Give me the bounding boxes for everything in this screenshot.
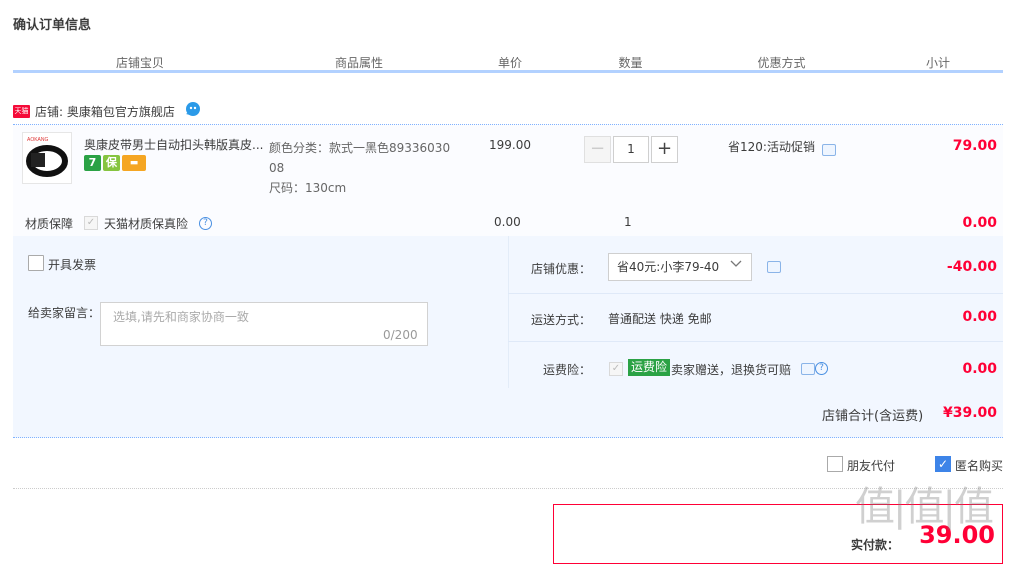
discount-info-icon[interactable] bbox=[767, 261, 781, 273]
guarantee-icon: 保 bbox=[103, 155, 120, 171]
insurance-qty: 1 bbox=[624, 215, 632, 229]
shop-name[interactable]: 店铺: 奥康箱包官方旗舰店 bbox=[35, 103, 175, 120]
attr-color: 颜色分类：款式一黑色8933603008 bbox=[269, 141, 451, 175]
col-header-unit-price: 单价 bbox=[497, 56, 522, 70]
friend-pay-label[interactable]: 朋友代付 bbox=[847, 457, 895, 474]
insurance-price: 0.00 bbox=[494, 215, 521, 229]
tmall-badge-icon: 天猫 bbox=[13, 105, 30, 118]
attr-size: 尺码：130cm bbox=[269, 181, 347, 195]
freight-insurance-text: 卖家赠送，退换货可赔 bbox=[671, 363, 792, 377]
row-divider bbox=[508, 293, 1003, 294]
shipping-label: 运送方式： bbox=[530, 313, 591, 327]
insurance-subtotal: 0.00 bbox=[962, 215, 997, 231]
wangwang-chat-icon[interactable] bbox=[184, 101, 201, 117]
header-underline bbox=[13, 70, 1003, 73]
help-icon[interactable]: ? bbox=[815, 362, 828, 375]
unit-price: 199.00 bbox=[489, 138, 531, 152]
row-divider bbox=[508, 341, 1003, 342]
col-header-subtotal: 小计 bbox=[925, 56, 950, 70]
chevron-down-icon[interactable] bbox=[730, 257, 742, 272]
anonymous-checkbox[interactable]: ✓ bbox=[935, 456, 951, 472]
page-title: 确认订单信息 bbox=[13, 18, 92, 33]
friend-pay-checkbox[interactable] bbox=[827, 456, 843, 472]
product-thumbnail[interactable]: AOKANG bbox=[22, 132, 72, 184]
actual-payment-label: 实付款： bbox=[851, 538, 900, 552]
shop-total-label: 店铺合计(含运费) bbox=[822, 409, 924, 424]
service-badges: 7 保 ▬ bbox=[84, 155, 146, 171]
col-header-shop-item: 店铺宝贝 bbox=[115, 56, 164, 70]
anonymous-label[interactable]: 匿名购买 bbox=[955, 457, 1003, 474]
freight-insurance-amount: 0.00 bbox=[962, 361, 997, 377]
quantity-decrease-button[interactable]: − bbox=[584, 136, 611, 163]
insurance-name: 天猫材质保真险 bbox=[104, 217, 189, 231]
shipping-method: 普通配送 快递 免邮 bbox=[608, 312, 712, 326]
message-placeholder: 选填,请先和商家协商一致 bbox=[113, 310, 249, 324]
freight-insurance-checkbox: ✓ bbox=[609, 362, 623, 376]
promo-info-icon[interactable] bbox=[822, 144, 836, 156]
message-label: 给卖家留言： bbox=[28, 306, 101, 320]
col-header-discount: 优惠方式 bbox=[757, 56, 806, 70]
product-attributes: 颜色分类：款式一黑色8933603008 尺码：130cm bbox=[269, 138, 454, 198]
shop-discount-label: 店铺优惠： bbox=[530, 262, 591, 276]
freight-insurance-label: 运费险： bbox=[542, 363, 591, 377]
freight-insurance-tag: 运费险 bbox=[628, 359, 671, 376]
invoice-checkbox[interactable] bbox=[28, 255, 44, 271]
insurance-checkbox: ✓ bbox=[84, 216, 98, 230]
credit-card-icon: ▬ bbox=[122, 155, 146, 171]
col-header-quantity: 数量 bbox=[618, 56, 643, 70]
message-char-count: 0/200 bbox=[383, 328, 418, 342]
shop-discount-amount: -40.00 bbox=[946, 259, 997, 275]
col-header-attributes: 商品属性 bbox=[334, 56, 383, 70]
product-title[interactable]: 奥康皮带男士自动扣头韩版真皮... bbox=[84, 136, 264, 153]
quantity-input[interactable]: 1 bbox=[613, 136, 649, 163]
shop-total-value: ¥39.00 bbox=[942, 405, 997, 421]
freight-info-icon[interactable] bbox=[801, 363, 815, 375]
quantity-increase-button[interactable]: + bbox=[651, 136, 678, 163]
insurance-label: 材质保障 bbox=[25, 217, 74, 231]
item-subtotal: 79.00 bbox=[952, 138, 997, 154]
watermark: 值|值|值 bbox=[855, 484, 994, 530]
help-icon[interactable]: ? bbox=[199, 217, 212, 230]
shipping-amount: 0.00 bbox=[962, 309, 997, 325]
seven-day-return-icon: 7 bbox=[84, 155, 101, 171]
svg-text:AOKANG: AOKANG bbox=[27, 137, 49, 143]
invoice-label[interactable]: 开具发票 bbox=[48, 256, 96, 273]
promotion-text: 省120:活动促销 bbox=[728, 140, 815, 154]
